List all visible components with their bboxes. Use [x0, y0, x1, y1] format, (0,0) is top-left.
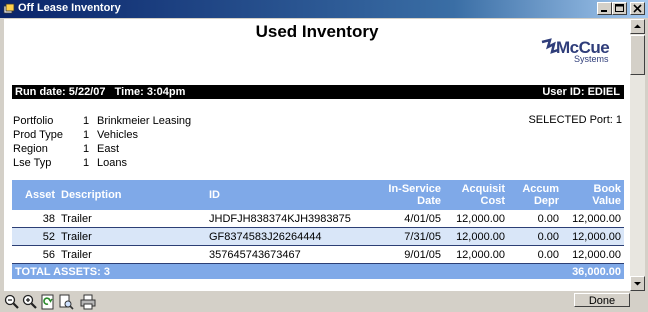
- criteria-value: East: [97, 143, 120, 155]
- cell-asset: 38: [12, 210, 58, 228]
- scroll-thumb[interactable]: [630, 35, 645, 75]
- selected-port: SELECTED Port: 1: [528, 114, 622, 126]
- maximize-icon: [615, 4, 624, 12]
- cell-book: 12,000.00: [562, 245, 624, 264]
- user-id: User ID: EDIEL: [542, 86, 620, 98]
- cell-date: 7/31/05: [380, 227, 444, 246]
- col-description: Description: [58, 180, 206, 210]
- criteria-row: Prod Type 1 Vehicles: [13, 128, 273, 142]
- report-title: Used Inventory: [255, 22, 379, 41]
- minimize-button[interactable]: [597, 2, 612, 15]
- criteria-number: 1: [83, 115, 90, 127]
- table-row: 56 Trailer 357645743673467 9/01/05 12,00…: [12, 245, 624, 264]
- col-in-service-line2: Date: [417, 195, 441, 207]
- cell-description: Trailer: [58, 245, 206, 264]
- col-in-service-date: In-Service Date: [380, 180, 444, 210]
- criteria-label: Region: [13, 143, 48, 155]
- cell-id: JHDFJH838374KJH3983875: [206, 210, 380, 228]
- cell-cost: 12,000.00: [444, 245, 508, 264]
- cell-book: 12,000.00: [562, 210, 624, 228]
- cell-cost: 12,000.00: [444, 210, 508, 228]
- run-date-time: Run date: 5/22/07 Time: 3:04pm: [15, 86, 186, 98]
- col-accum-line2: Depr: [533, 195, 559, 207]
- col-acquisit-line1: Acquisit: [461, 183, 505, 195]
- cell-description: Trailer: [58, 227, 206, 246]
- refresh-icon[interactable]: [40, 294, 56, 310]
- criteria-value: Loans: [97, 157, 127, 169]
- col-id: ID: [206, 180, 380, 210]
- cell-depr: 0.00: [508, 210, 562, 228]
- criteria-row: Region 1 East: [13, 142, 273, 156]
- up-arrow-icon: [634, 24, 641, 28]
- col-asset: Asset: [12, 180, 58, 210]
- close-button[interactable]: [630, 2, 645, 15]
- col-accum-depr: Accum Depr: [508, 180, 562, 210]
- criteria-label: Prod Type: [13, 129, 63, 141]
- cell-asset: 52: [12, 227, 58, 246]
- criteria-label: Lse Typ: [13, 157, 52, 169]
- bottom-toolbar: Done: [0, 292, 648, 312]
- logo-tagline: Systems: [574, 54, 609, 64]
- run-info-bar: Run date: 5/22/07 Time: 3:04pm User ID: …: [12, 85, 624, 99]
- table-row: 52 Trailer GF8374583J26264444 7/31/05 12…: [12, 227, 624, 246]
- selection-criteria: Portfolio 1 Brinkmeier Leasing Prod Type…: [13, 114, 273, 170]
- cell-depr: 0.00: [508, 245, 562, 264]
- company-logo: McCue Systems: [540, 37, 628, 65]
- total-assets-label: TOTAL ASSETS: 3: [12, 263, 562, 279]
- criteria-row: Lse Typ 1 Loans: [13, 156, 273, 170]
- criteria-value: Vehicles: [97, 129, 138, 141]
- vertical-scrollbar[interactable]: [630, 19, 645, 291]
- cell-id: 357645743673467: [206, 245, 380, 264]
- print-preview-icon[interactable]: [58, 294, 74, 310]
- col-book-value: Book Value: [562, 180, 624, 210]
- criteria-number: 1: [83, 129, 90, 141]
- col-acquisit-cost: Acquisit Cost: [444, 180, 508, 210]
- col-in-service-line1: In-Service: [388, 183, 441, 195]
- col-acquisit-line2: Cost: [480, 195, 505, 207]
- cell-depr: 0.00: [508, 227, 562, 246]
- col-accum-line1: Accum: [522, 183, 559, 195]
- close-icon: [633, 4, 642, 13]
- print-icon[interactable]: [80, 294, 96, 310]
- report-viewport[interactable]: Used Inventory McCue Systems Run date: 5…: [4, 19, 630, 291]
- title-bar[interactable]: Off Lease Inventory: [0, 0, 648, 18]
- cell-book: 12,000.00: [562, 227, 624, 246]
- inventory-table: Asset Description ID In-Service Date Acqu…: [12, 180, 624, 279]
- table-footer-row: TOTAL ASSETS: 3 36,000.00: [12, 263, 624, 279]
- zoom-in-icon[interactable]: [22, 294, 38, 310]
- down-arrow-icon: [634, 282, 641, 286]
- criteria-number: 1: [83, 143, 90, 155]
- criteria-value: Brinkmeier Leasing: [97, 115, 192, 127]
- table-header-row: Asset Description ID In-Service Date Acqu…: [12, 180, 624, 210]
- maximize-button[interactable]: [612, 2, 627, 15]
- window-title: Off Lease Inventory: [18, 2, 121, 14]
- zoom-out-icon[interactable]: [4, 294, 20, 310]
- scroll-down-button[interactable]: [630, 276, 645, 291]
- cell-asset: 56: [12, 245, 58, 264]
- criteria-row: Portfolio 1 Brinkmeier Leasing: [13, 114, 273, 128]
- criteria-number: 1: [83, 157, 90, 169]
- app-icon: [3, 3, 15, 14]
- cell-id: GF8374583J26264444: [206, 227, 380, 246]
- cell-cost: 12,000.00: [444, 227, 508, 246]
- total-book-value: 36,000.00: [562, 263, 624, 279]
- table-row: 38 Trailer JHDFJH838374KJH3983875 4/01/0…: [12, 210, 624, 228]
- cell-date: 9/01/05: [380, 245, 444, 264]
- done-button[interactable]: Done: [574, 293, 630, 307]
- cell-description: Trailer: [58, 210, 206, 228]
- criteria-label: Portfolio: [13, 115, 54, 127]
- minimize-icon: [601, 10, 607, 12]
- scroll-up-button[interactable]: [630, 19, 645, 34]
- cell-date: 4/01/05: [380, 210, 444, 228]
